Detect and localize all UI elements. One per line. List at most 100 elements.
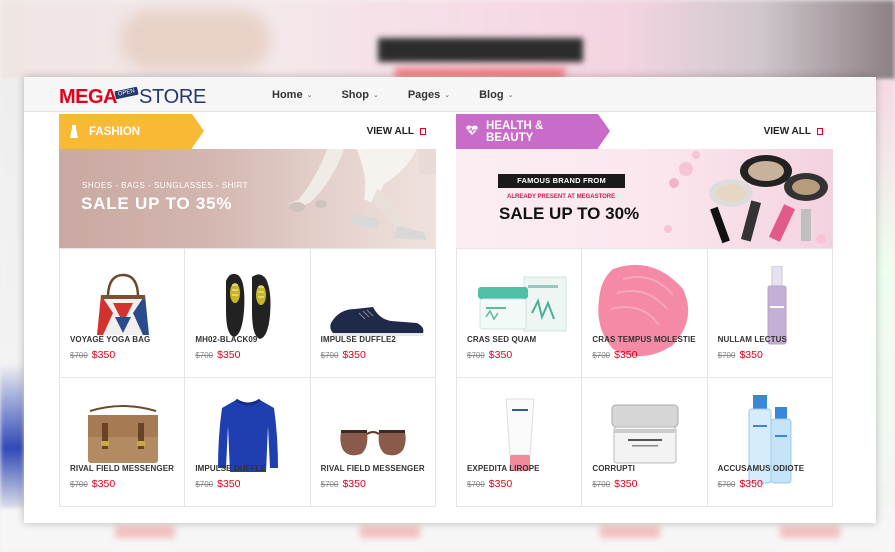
logo[interactable]: MEGA OPEN STORE — [59, 79, 206, 109]
fashion-category-tab[interactable]: FASHION — [59, 114, 204, 149]
sale-price: $350 — [739, 478, 763, 490]
old-price: $700 — [592, 480, 611, 489]
beauty-banner-headline: SALE UP TO 30% — [499, 204, 640, 223]
product-card[interactable]: VOYAGE YOGA BAG $700 $350 — [60, 249, 186, 378]
fashion-view-all-link[interactable]: VIEW ALL — [367, 114, 426, 149]
product-name: EXPEDITA LIROPE — [467, 464, 540, 473]
product-prices: $700 $350 — [195, 349, 240, 361]
beauty-section: HEALTH & BEAUTY VIEW ALL FAMOUS BRAND FR… — [456, 114, 833, 507]
beauty-title: HEALTH & BEAUTY — [486, 119, 544, 144]
fashion-header: FASHION VIEW ALL — [59, 114, 436, 149]
logo-mega: MEGA — [59, 86, 118, 108]
product-prices: $700 $350 — [592, 478, 637, 490]
product-card[interactable]: CRAS SED QUAM $700 $350 — [457, 249, 583, 378]
sale-price: $350 — [217, 349, 241, 361]
messenger-bag-icon — [60, 396, 185, 474]
product-name: CORRUPTI — [592, 464, 635, 473]
fashion-banner-subtitle: SHOES - BAGS - SUNGLASSES - SHIRT — [82, 181, 249, 190]
product-card[interactable]: IMPULSE DUFFLE2 $700 $350 — [310, 249, 436, 378]
sale-price: $350 — [342, 478, 366, 490]
shoe-icon — [311, 267, 436, 345]
background-banner — [0, 0, 895, 80]
tube-icon — [457, 396, 582, 474]
product-name: VOYAGE YOGA BAG — [70, 335, 151, 344]
sale-price: $350 — [342, 349, 366, 361]
beauty-view-all-link[interactable]: VIEW ALL — [764, 114, 823, 149]
beauty-product-grid: CRAS SED QUAM $700 $350 CRAS TEMPUS MOLE… — [456, 248, 833, 507]
product-card[interactable]: IMPULSE DUFFLE $700 $350 — [185, 378, 311, 507]
sale-price: $350 — [91, 478, 116, 490]
product-card[interactable]: ACCUSAMUS ODIOTE $700 $350 — [707, 378, 833, 507]
toner-bottles-icon — [708, 395, 833, 484]
product-name: IMPULSE DUFFLE — [195, 464, 267, 473]
sunglasses-icon — [311, 396, 436, 474]
product-prices: $700 $350 — [718, 349, 763, 361]
product-prices: $700 $350 — [70, 349, 115, 361]
product-prices: $700 $350 — [592, 349, 637, 361]
chevron-down-icon: ⌄ — [507, 91, 514, 99]
chevron-down-icon: ⌄ — [306, 91, 313, 99]
old-price: $700 — [70, 480, 88, 489]
old-price: $700 — [320, 480, 339, 489]
fashion-title: FASHION — [89, 125, 141, 138]
cosmetics-image — [664, 151, 828, 244]
old-price: $700 — [467, 480, 485, 489]
model-legs-image — [289, 149, 436, 240]
brush-cleaner-icon — [582, 264, 707, 357]
product-name: CRAS SED QUAM — [467, 335, 537, 344]
product-card[interactable]: MH02-BLACK09 $700 $350 — [185, 249, 311, 378]
beauty-banner-subtitle: ALREADY PRESENT AT MEGASTORE — [507, 194, 616, 200]
product-name: RIVAL FIELD MESSENGER — [320, 464, 425, 473]
background-left-edge — [0, 80, 24, 552]
old-price: $700 — [717, 351, 736, 360]
nav-pages[interactable]: Pages ⌄ — [408, 89, 450, 101]
old-price: $700 — [195, 480, 214, 489]
product-card[interactable]: RIVAL FIELD MESSENGER $700 $350 — [310, 378, 436, 507]
dress-icon — [69, 125, 79, 138]
nav-home[interactable]: Home ⌄ — [272, 89, 312, 101]
heart-pulse-icon — [466, 125, 478, 138]
nav-shop-label: Shop — [341, 88, 369, 101]
product-name: IMPULSE DUFFLE2 — [320, 335, 396, 344]
product-card[interactable]: EXPEDITA LIROPE $700 $350 — [457, 378, 583, 507]
logo-tag: OPEN — [114, 86, 139, 100]
beauty-banner[interactable]: FAMOUS BRAND FROM ENGLAND ALREADY PRESEN… — [456, 149, 833, 248]
view-all-icon — [420, 128, 426, 135]
product-prices: $700 $350 — [467, 478, 512, 490]
product-name: NULLAM LECTUS — [717, 335, 787, 344]
site-header: MEGA OPEN STORE Home ⌄ Shop ⌄ Pages ⌄ Blog ⌄ — [24, 77, 876, 112]
nav-blog[interactable]: Blog ⌄ — [479, 89, 513, 101]
old-price: $700 — [592, 351, 611, 360]
beauty-category-tab[interactable]: HEALTH & BEAUTY — [456, 114, 610, 149]
view-all-label: VIEW ALL — [366, 126, 414, 137]
beauty-banner-tagline: FAMOUS BRAND FROM ENGLAND — [498, 174, 625, 199]
product-prices: $700 $350 — [321, 478, 366, 490]
product-name: CRAS TEMPUS MOLESTIE — [592, 335, 696, 344]
sale-price: $350 — [91, 349, 116, 361]
background-right-edge — [875, 80, 895, 552]
sale-price: $350 — [614, 478, 638, 490]
product-name: MH02-BLACK09 — [195, 335, 258, 344]
sweater-icon — [185, 396, 310, 474]
product-prices: $700 $350 — [70, 478, 115, 490]
chevron-down-icon: ⌄ — [444, 91, 451, 99]
product-card[interactable]: CRAS TEMPUS MOLESTIE $700 $350 — [582, 249, 708, 378]
nav-home-label: Home — [272, 88, 303, 101]
old-price: $700 — [320, 351, 339, 360]
old-price: $700 — [717, 480, 736, 489]
product-card[interactable]: CORRUPTI $700 $350 — [582, 378, 708, 507]
chevron-down-icon: ⌄ — [372, 91, 379, 99]
fashion-banner-headline: SALE UP TO 35% — [81, 194, 233, 213]
cream-jar-icon — [457, 267, 582, 345]
sneakers-icon — [185, 267, 310, 345]
old-price: $700 — [70, 351, 88, 360]
product-prices: $700 $350 — [321, 349, 366, 361]
product-name: RIVAL FIELD MESSENGER — [70, 464, 175, 473]
fashion-banner[interactable]: SHOES - BAGS - SUNGLASSES - SHIRT SALE U… — [59, 149, 436, 248]
nav-shop[interactable]: Shop ⌄ — [341, 89, 378, 101]
product-card[interactable]: RIVAL FIELD MESSENGER $700 $350 — [60, 378, 186, 507]
silver-jar-icon — [582, 396, 707, 474]
product-card[interactable]: NULLAM LECTUS $700 $350 — [707, 249, 833, 378]
product-prices: $700 $350 — [195, 478, 240, 490]
nav-blog-label: Blog — [479, 88, 504, 101]
